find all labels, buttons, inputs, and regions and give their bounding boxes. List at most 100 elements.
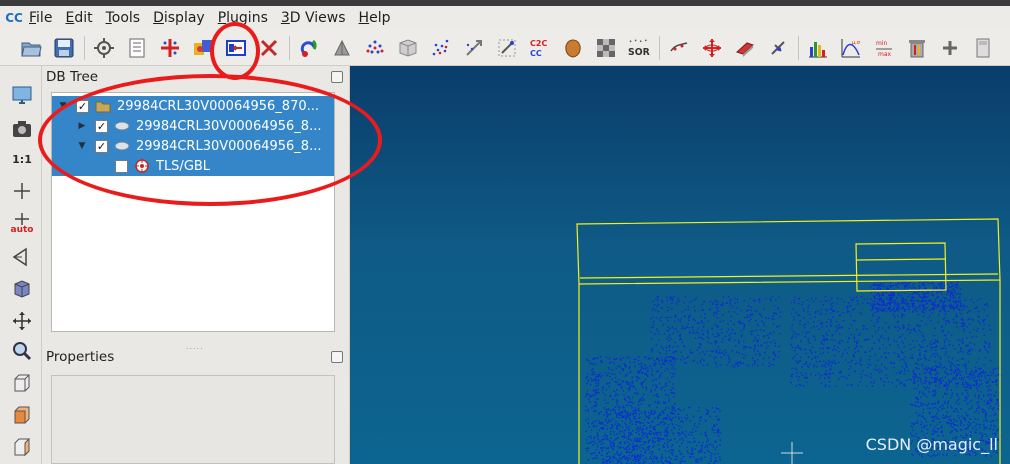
- cloud-point: [875, 322, 877, 324]
- cloud-point: [609, 413, 612, 415]
- cloud-point: [956, 400, 959, 402]
- rotate-pan-icon[interactable]: [9, 308, 35, 334]
- menu-edit[interactable]: Edit: [61, 10, 101, 26]
- cloud-point: [640, 403, 642, 405]
- segment-icon[interactable]: [223, 34, 249, 62]
- minmax-icon[interactable]: min max: [871, 34, 897, 62]
- c2m-icon[interactable]: [560, 34, 586, 62]
- auto-pivot-icon[interactable]: auto: [9, 210, 35, 236]
- scale-one-to-one[interactable]: 1:1: [9, 146, 35, 172]
- menu-help[interactable]: Help: [355, 10, 400, 26]
- cloud-point: [884, 330, 887, 332]
- save-icon[interactable]: [51, 34, 77, 62]
- menu-3d-views[interactable]: 3D Views: [277, 10, 355, 26]
- side-view-icon[interactable]: [9, 434, 35, 460]
- collapse-arrow-icon[interactable]: ▶: [77, 121, 87, 131]
- cloud-point: [653, 365, 656, 367]
- front-view-icon[interactable]: [9, 402, 35, 428]
- perspective-icon[interactable]: [9, 244, 35, 270]
- visibility-checkbox[interactable]: ✓: [76, 99, 89, 113]
- clone-icon[interactable]: [157, 34, 183, 62]
- histogram-icon[interactable]: [805, 34, 831, 62]
- cloud-point: [966, 376, 968, 378]
- zoom-icon[interactable]: [9, 338, 35, 364]
- cube-view-icon[interactable]: [9, 276, 35, 302]
- tree-row-cloud-2[interactable]: ▼ ✓ 29984CRL30V00064956_8...: [52, 136, 334, 156]
- cloud-point: [935, 366, 938, 368]
- cloud-point: [802, 331, 804, 333]
- cloud-point: [641, 431, 643, 434]
- cloud-point: [609, 456, 612, 458]
- cloud-point: [901, 314, 903, 316]
- menu-tools[interactable]: Tools: [102, 10, 150, 26]
- sample-icon[interactable]: [362, 34, 388, 62]
- list-icon[interactable]: [124, 34, 150, 62]
- crosshair-icon[interactable]: [9, 178, 35, 204]
- cloud-point: [895, 304, 898, 306]
- cloud-point: [592, 389, 595, 391]
- mesh-icon[interactable]: [395, 34, 421, 62]
- scale-icon[interactable]: [461, 34, 487, 62]
- open-icon[interactable]: [18, 34, 44, 62]
- expand-arrow-icon[interactable]: ▼: [58, 101, 68, 111]
- stats-icon[interactable]: μ,σ: [838, 34, 864, 62]
- cloud-point: [728, 296, 730, 298]
- menu-display[interactable]: Display: [149, 10, 214, 26]
- cloud-point: [799, 356, 802, 358]
- tree-row-cloud-1[interactable]: ▶ ✓ 29984CRL30V00064956_8...: [52, 116, 334, 136]
- cut-icon[interactable]: [666, 34, 692, 62]
- cloud-point: [879, 309, 881, 311]
- visibility-checkbox[interactable]: ✓: [95, 139, 108, 153]
- merge-icon[interactable]: [190, 34, 216, 62]
- properties-float-button[interactable]: [331, 351, 343, 363]
- cloud-point: [825, 373, 827, 375]
- cloud-point: [739, 322, 741, 324]
- cloud-point: [586, 359, 588, 361]
- cloud-point: [947, 416, 949, 418]
- cloud-point: [931, 354, 933, 356]
- register-icon[interactable]: [494, 34, 520, 62]
- color-icon[interactable]: [296, 34, 322, 62]
- calc-icon[interactable]: [970, 34, 996, 62]
- cloud-point: [645, 378, 647, 381]
- trash-icon[interactable]: [904, 34, 930, 62]
- dock-splitter[interactable]: .....: [186, 342, 204, 351]
- menu-plugins[interactable]: Plugins: [214, 10, 277, 26]
- properties-panel[interactable]: [51, 375, 335, 464]
- settings-icon[interactable]: [91, 34, 117, 62]
- tree-row-sensor[interactable]: TLS/GBL: [52, 156, 334, 176]
- fullscreen-icon[interactable]: [9, 82, 35, 108]
- c2c-icon[interactable]: C2C CC: [527, 34, 553, 62]
- expand-arrow-icon[interactable]: ▼: [77, 141, 87, 151]
- delete-icon[interactable]: [256, 34, 282, 62]
- cloud-point: [848, 311, 850, 313]
- cloud-point: [905, 303, 907, 305]
- filter-icon[interactable]: [765, 34, 791, 62]
- cloud-point: [997, 429, 999, 431]
- cloud-point: [870, 373, 872, 375]
- menu-file[interactable]: File: [25, 10, 61, 26]
- cloud-point: [920, 301, 922, 303]
- cloud-point: [926, 369, 928, 371]
- subsample-icon[interactable]: [428, 34, 454, 62]
- camera-icon[interactable]: [9, 116, 35, 142]
- db-tree-panel[interactable]: ▼ ✓ 29984CRL30V00064956_870... ▶ ✓ 29984…: [51, 92, 335, 332]
- top-view-icon[interactable]: [9, 370, 35, 396]
- 3d-viewport[interactable]: CSDN @magic_ll: [350, 66, 1010, 464]
- cloud-point: [860, 364, 863, 367]
- cloud-point: [948, 305, 950, 307]
- visibility-checkbox[interactable]: [115, 159, 128, 173]
- visibility-checkbox[interactable]: ✓: [95, 119, 108, 133]
- db-tree-float-button[interactable]: [331, 71, 343, 83]
- cloud-point: [803, 363, 805, 366]
- tree-row-root[interactable]: ▼ ✓ 29984CRL30V00064956_870...: [52, 96, 334, 116]
- normals-icon[interactable]: [329, 34, 355, 62]
- rough-icon[interactable]: [593, 34, 619, 62]
- cloud-point: [968, 402, 970, 404]
- plus-icon[interactable]: [937, 34, 963, 62]
- cloud-point: [809, 363, 811, 365]
- transform-icon[interactable]: [699, 34, 725, 62]
- cloud-point: [779, 311, 782, 313]
- sor-icon[interactable]: SOR: [626, 34, 652, 62]
- plane-icon[interactable]: [732, 34, 758, 62]
